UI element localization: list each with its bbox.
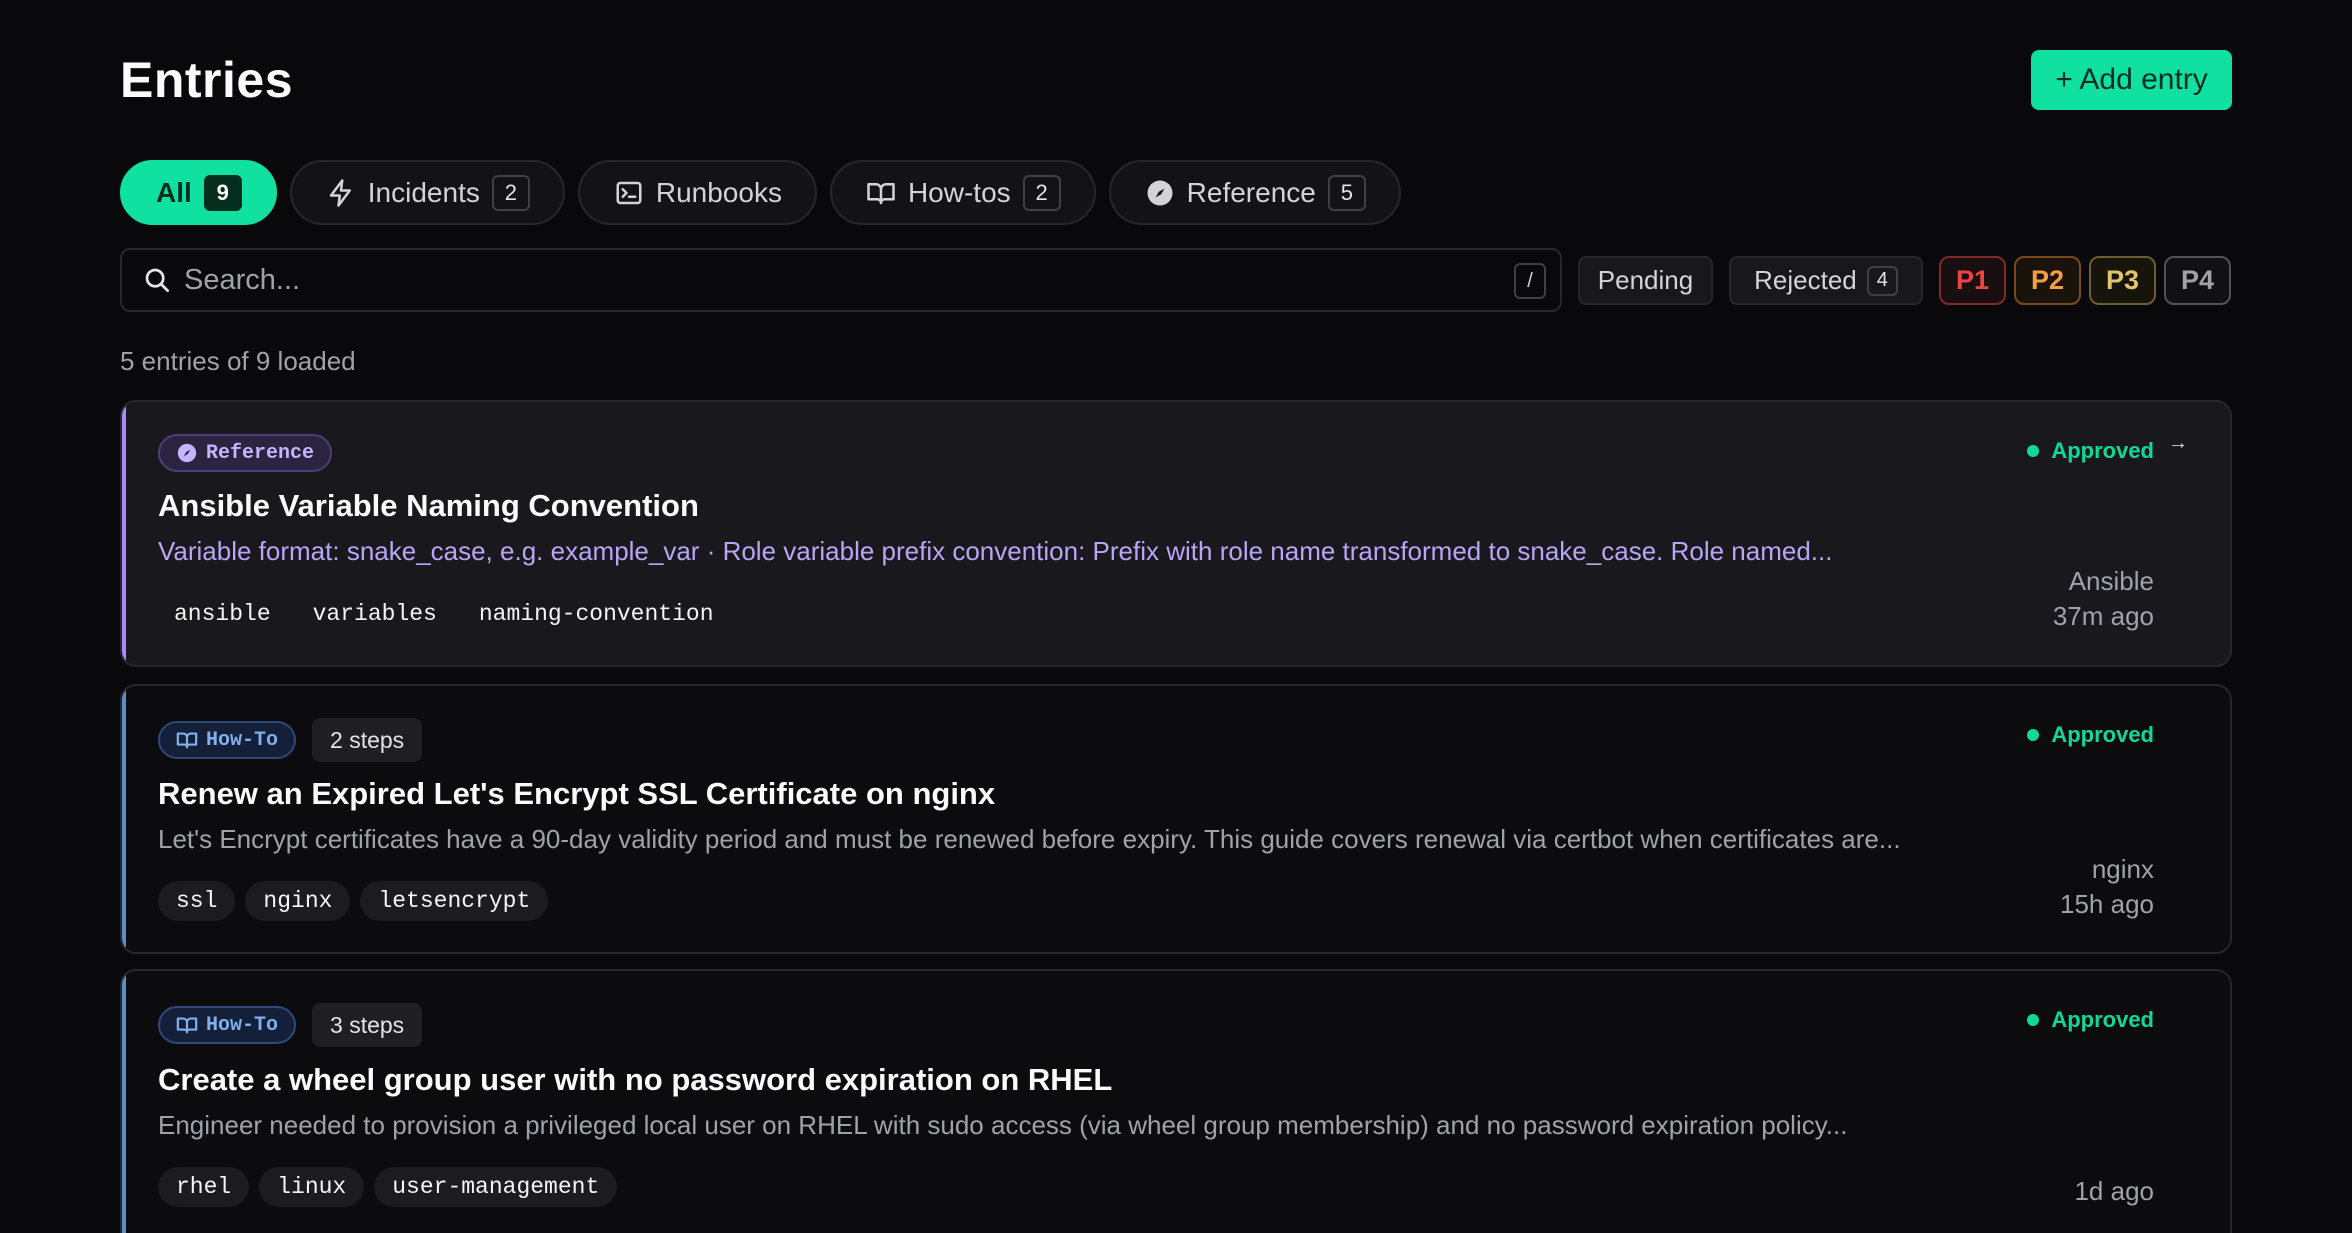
status-dot	[2027, 729, 2040, 741]
page-header: Entries + Add entry	[120, 50, 2232, 110]
badge-row: How-To 2 steps	[158, 718, 423, 762]
status-badge: Approved	[2027, 722, 2154, 748]
tag[interactable]: user-management	[374, 1167, 618, 1207]
terminal-icon	[614, 178, 644, 208]
tab-label: Runbooks	[655, 176, 782, 208]
entry-card[interactable]: How-To 2 steps Renew an Expired Let's En…	[120, 684, 2232, 954]
entry-title[interactable]: Renew an Expired Let's Encrypt SSL Certi…	[158, 776, 995, 812]
type-badge-label: How-To	[206, 728, 279, 752]
compass-icon	[1145, 178, 1175, 208]
steps-count: 2 steps	[312, 718, 423, 762]
entry-description: Variable format: snake_case, e.g. exampl…	[158, 536, 1833, 566]
entry-title[interactable]: Create a wheel group user with no passwo…	[158, 1062, 1112, 1098]
tag[interactable]: ansible	[158, 594, 287, 634]
priority-p1-button[interactable]: P1	[1939, 256, 2006, 305]
entry-description: Let's Encrypt certificates have a 90-day…	[158, 824, 1901, 854]
tag-list: rhel linux user-management	[158, 1167, 618, 1207]
type-badge-label: Reference	[206, 441, 315, 465]
tab-how-tos[interactable]: How-tos 2	[829, 160, 1096, 225]
status-label: Approved	[2051, 1007, 2154, 1032]
search-shortcut-key: /	[1514, 263, 1546, 299]
tag[interactable]: variables	[297, 594, 453, 634]
type-badge-how-to: How-To	[158, 1006, 297, 1044]
tab-label: How-tos	[907, 176, 1011, 208]
tab-count: 5	[1327, 174, 1366, 211]
tab-label: Reference	[1186, 176, 1316, 208]
tag[interactable]: ssl	[158, 881, 236, 921]
compass-icon	[177, 443, 197, 463]
type-badge-how-to: How-To	[158, 721, 297, 759]
entry-title[interactable]: Ansible Variable Naming Convention	[158, 488, 699, 524]
page-title: Entries	[120, 52, 294, 108]
status-badge: Approved	[2027, 438, 2154, 464]
status-dot	[2027, 1014, 2040, 1026]
entry-meta: nginx 15h ago	[2060, 852, 2154, 922]
search-icon	[142, 265, 172, 295]
add-entry-button[interactable]: + Add entry	[2031, 50, 2232, 110]
status-label: Approved	[2051, 722, 2154, 747]
priority-p4-button[interactable]: P4	[2164, 256, 2231, 305]
tab-count: 2	[1022, 174, 1061, 211]
search-bar: /	[120, 248, 1562, 312]
type-badge-label: How-To	[206, 1013, 279, 1037]
badge-row: How-To 3 steps	[158, 1003, 423, 1047]
badge-row: Reference	[158, 434, 333, 472]
tab-reference[interactable]: Reference 5	[1108, 160, 1401, 225]
priority-p2-button[interactable]: P2	[2014, 256, 2081, 305]
book-icon	[866, 178, 896, 208]
book-icon	[176, 732, 198, 749]
entry-card[interactable]: How-To 3 steps Create a wheel group user…	[120, 969, 2232, 1233]
rejected-filter-button[interactable]: Rejected 4	[1729, 256, 1923, 305]
entry-time: 15h ago	[2060, 889, 2154, 919]
entry-meta: 1d ago	[2074, 1174, 2154, 1209]
type-tabs: All 9 Incidents 2 Runbooks How-tos 2 Ref…	[120, 160, 1401, 225]
filter-label: Rejected	[1754, 265, 1857, 295]
rejected-count: 4	[1866, 265, 1898, 296]
entry-category: Ansible	[2068, 566, 2154, 596]
tag[interactable]: rhel	[158, 1167, 250, 1207]
tag[interactable]: letsencrypt	[360, 881, 549, 921]
tab-incidents[interactable]: Incidents 2	[289, 160, 565, 225]
bolt-icon	[326, 178, 356, 208]
entry-meta: Ansible 37m ago	[2053, 564, 2154, 634]
entry-description: Engineer needed to provision a privilege…	[158, 1110, 1848, 1140]
status-label: Approved	[2051, 438, 2154, 463]
tag[interactable]: nginx	[245, 881, 351, 921]
priority-p3-button[interactable]: P3	[2089, 256, 2156, 305]
status-dot	[2027, 445, 2040, 457]
tag-list: ssl nginx letsencrypt	[158, 881, 549, 921]
entry-card[interactable]: Reference Ansible Variable Naming Conven…	[120, 400, 2232, 667]
tab-runbooks[interactable]: Runbooks	[577, 160, 817, 225]
tag-list: ansible variables naming-convention	[158, 594, 730, 634]
entry-time: 1d ago	[2074, 1176, 2154, 1206]
book-icon	[176, 1017, 198, 1034]
tab-all[interactable]: All 9	[120, 160, 277, 225]
search-input[interactable]	[184, 263, 1484, 297]
steps-count: 3 steps	[312, 1003, 423, 1047]
arrow-right-icon[interactable]: →	[2168, 432, 2188, 455]
tag[interactable]: naming-convention	[463, 594, 730, 634]
tag[interactable]: linux	[259, 1167, 365, 1207]
tab-count: 2	[491, 174, 530, 211]
tab-count: 9	[203, 174, 242, 211]
status-badge: Approved	[2027, 1007, 2154, 1033]
tab-label: Incidents	[367, 176, 480, 208]
filter-label: Pending	[1597, 265, 1694, 295]
entry-time: 37m ago	[2052, 601, 2154, 631]
entry-category: nginx	[2091, 854, 2154, 884]
type-badge-reference: Reference	[158, 434, 333, 472]
results-summary: 5 entries of 9 loaded	[120, 346, 356, 376]
pending-filter-button[interactable]: Pending	[1578, 256, 1713, 305]
tab-label: All	[156, 176, 192, 208]
